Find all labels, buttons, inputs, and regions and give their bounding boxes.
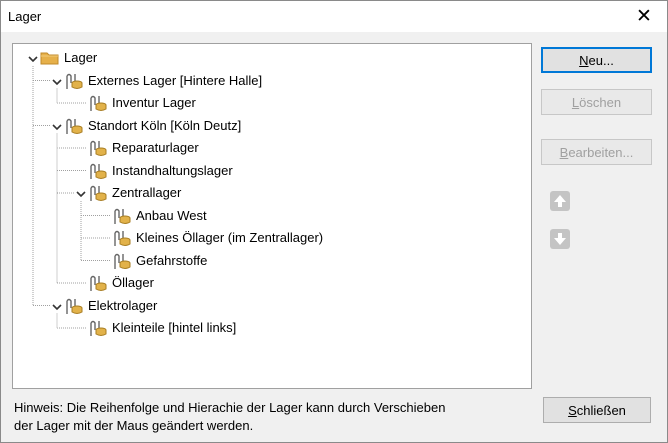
arrow-up-icon[interactable]	[550, 191, 570, 211]
tree-node-label: Externes Lager [Hintere Halle]	[88, 72, 263, 88]
tree-node-label: Kleines Öllager (im Zentrallager)	[136, 230, 324, 245]
chevron-down-icon[interactable]	[75, 187, 87, 200]
bearbeiten-mnemonic: B	[559, 144, 569, 160]
tree-node-label: Lager	[64, 50, 98, 65]
tree-node-label: Kleinteile [hintel links]	[112, 320, 237, 335]
bearbeiten-button-label: Bearbeiten...	[560, 145, 634, 160]
schliessen-button[interactable]: Schließen	[543, 397, 651, 423]
bearbeiten-rest: earbeiten...	[568, 144, 634, 160]
loeschen-rest: öschen	[579, 94, 622, 110]
storage-icon	[88, 94, 108, 117]
storage-icon	[88, 319, 108, 342]
tree-node-label: Instandhaltungslager	[112, 162, 233, 178]
bearbeiten-button[interactable]: Bearbeiten...	[541, 139, 652, 165]
neu-button-label: Neu...	[579, 53, 614, 68]
lager-dialog: Lager ✕ Lager Externes Lager [Hintere Hal…	[0, 0, 668, 443]
tree-node-label: Inventur Lager	[112, 95, 196, 110]
chevron-down-icon[interactable]	[51, 120, 63, 133]
chevron-down-icon[interactable]	[51, 75, 63, 88]
tree-node-label: Öllager	[112, 275, 154, 290]
tree-node-label: Reparaturlager	[112, 140, 199, 155]
tree-node-label: Anbau West	[136, 207, 207, 223]
storage-icon	[112, 207, 132, 230]
loeschen-button[interactable]: Löschen	[541, 89, 652, 115]
schliessen-rest: chließen	[576, 402, 626, 418]
storage-icon	[64, 117, 84, 140]
storage-icon	[64, 72, 84, 95]
tree-node-label: Elektrolager	[88, 297, 158, 313]
hint-line-2: der Lager mit der Maus geändert werden.	[14, 418, 254, 433]
tree-node-label: Zentrallager	[112, 185, 182, 200]
storage-icon	[64, 297, 84, 320]
storage-icon	[112, 229, 132, 252]
neu-mnemonic: N	[579, 52, 589, 68]
chevron-down-icon[interactable]	[51, 300, 63, 313]
arrow-down-icon[interactable]	[550, 229, 570, 249]
loeschen-button-label: Löschen	[572, 95, 621, 110]
title-bar[interactable]: Lager ✕	[1, 1, 667, 32]
storage-icon	[88, 139, 108, 162]
neu-button[interactable]: Neu...	[541, 47, 652, 73]
lager-tree[interactable]: Lager Externes Lager [Hintere Halle] Inven…	[12, 43, 532, 389]
neu-rest: eu...	[588, 52, 614, 68]
schliessen-button-label: Schließen	[568, 403, 626, 418]
folder-icon	[40, 50, 60, 71]
storage-icon	[88, 274, 108, 297]
tree-node-label: Gefahrstoffe	[136, 252, 208, 268]
schliessen-mnemonic: S	[568, 402, 577, 418]
hint-line-1: Hinweis: Die Reihenfolge und Hierachie d…	[14, 400, 446, 415]
storage-icon	[88, 184, 108, 207]
close-icon[interactable]: ✕	[621, 1, 667, 32]
window-title: Lager	[8, 9, 42, 24]
tree-node-label: Standort Köln [Köln Deutz]	[88, 117, 242, 133]
chevron-down-icon[interactable]	[27, 52, 39, 65]
storage-icon	[88, 162, 108, 185]
storage-icon	[112, 252, 132, 275]
hint-text: Hinweis: Die Reihenfolge und Hierachie d…	[14, 399, 534, 435]
